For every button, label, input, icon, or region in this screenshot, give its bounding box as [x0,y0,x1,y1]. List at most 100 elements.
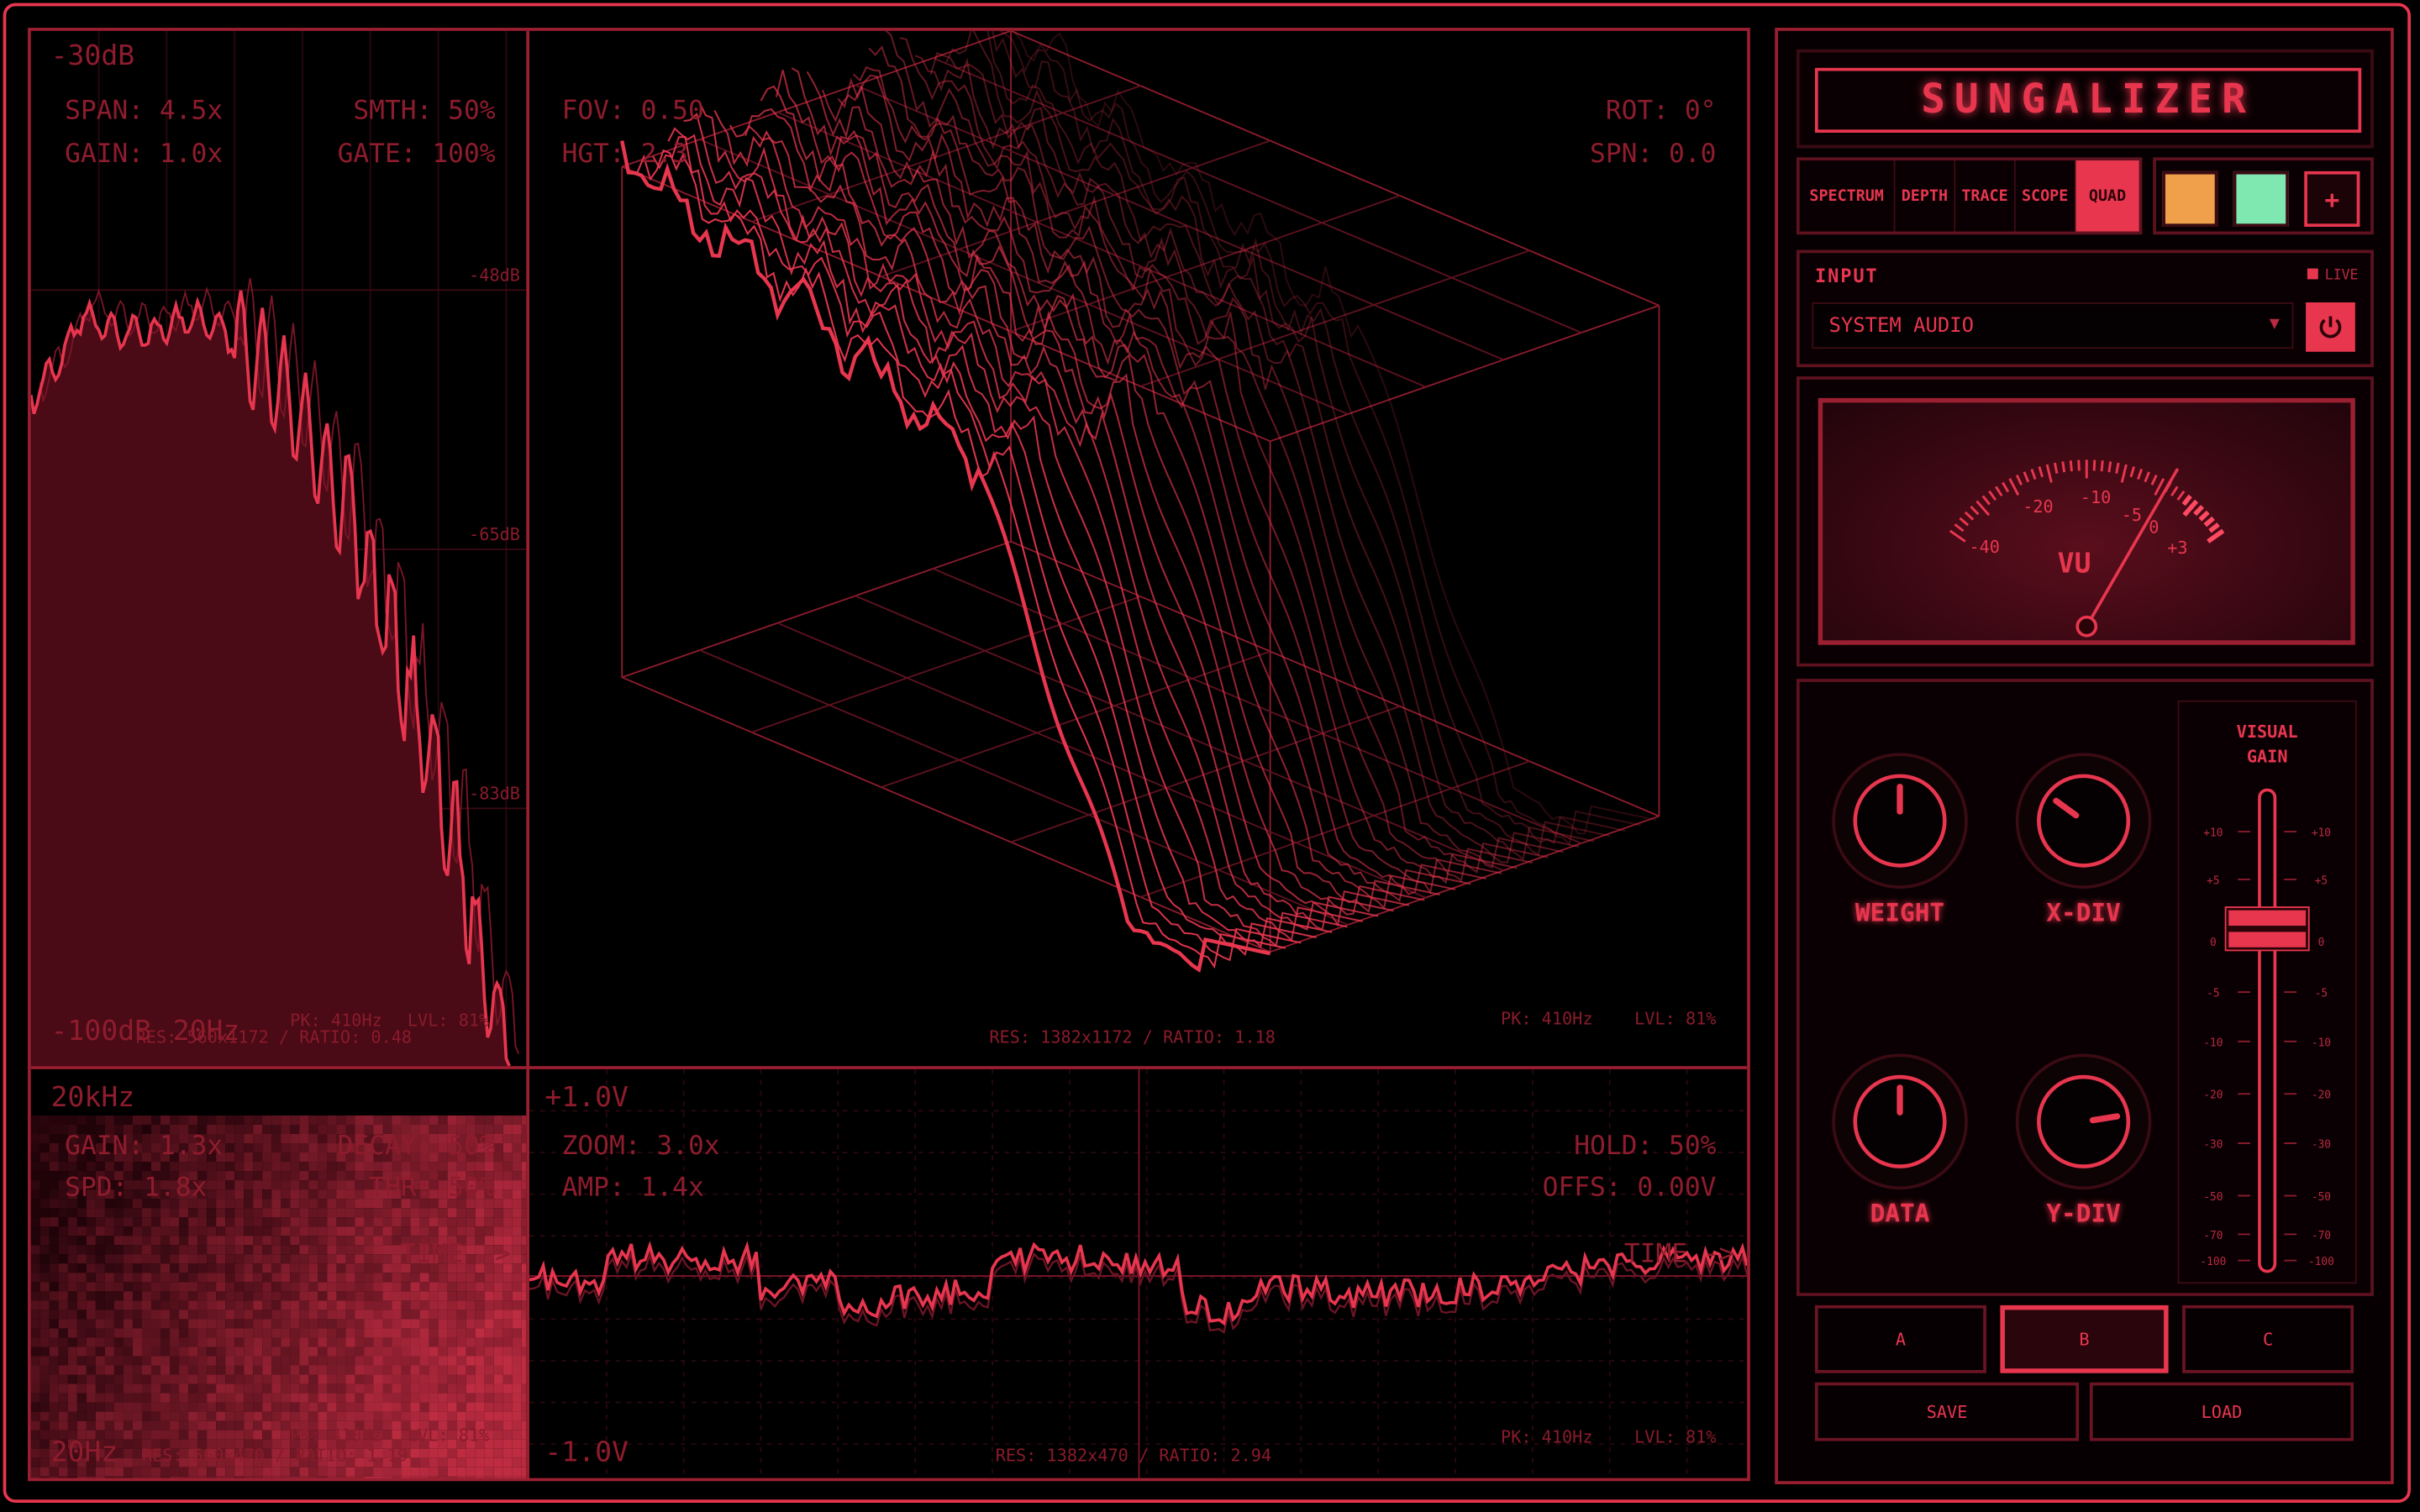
vu-tick [2038,466,2044,478]
vu-label-m20: -20 [2023,496,2053,517]
vu-tick [2170,486,2179,496]
vu-meter: -40 -20 -10 -5 0 +3 VU [1818,397,2355,645]
save-button[interactable]: SAVE [1815,1382,2080,1441]
input-source-select[interactable]: SYSTEM AUDIO ▼ [1812,302,2294,349]
fader-handle-top [2228,910,2307,927]
live-dot-icon [2307,268,2319,280]
trace-pane[interactable]: 20kHz GAIN: 1.3x DECAY: 50% SPD: 1.8x TH… [30,1066,527,1478]
depth-grid-line [699,139,1349,415]
depth-res: RES: 1382x1172 / RATIO: 1.18 [989,1027,1276,1048]
fader-scale-left: 0 [2210,937,2217,949]
vu-tick [1954,523,1965,533]
vu-tick [2137,468,2144,480]
visualizer-quad[interactable]: -30dB SPAN: 4.5x SMTH: 50% GAIN: 1.0x GA… [28,28,1750,1482]
knob-weight-label: WEIGHT [1854,897,1945,927]
fader-scale-left: -20 [2203,1089,2223,1102]
fader-scale-left: -10 [2203,1037,2223,1049]
trace-res: RES: 560x470 / RATIO: 1.19 [141,1446,408,1466]
spectrum-top-db: -30dB [50,39,135,73]
trace-thr: THR: 50% [369,1172,496,1204]
vu-tick [2176,490,2186,501]
depth-pane[interactable]: FOV: 0.50 HGT: 2.3 ROT: 0° SPN: 0.0 RES:… [526,30,1747,1067]
trace-bottom-freq: 20Hz [50,1436,118,1469]
tab-scope[interactable]: SCOPE [2016,160,2076,232]
vu-tick [1949,529,1966,543]
depth-grid-line [855,595,1504,872]
fader-scale-left: -100 [2200,1256,2226,1268]
depth-fov: FOV: 0.50 [561,95,704,127]
trace-time: TIME -> [400,1238,511,1270]
color-swatches: + [2153,157,2374,235]
vu-tick [2115,462,2120,474]
fader-track [2258,788,2277,1273]
vu-tick [2129,466,2136,478]
knob-xdiv-label: X-DIV [2046,897,2121,927]
chevron-down-icon: ▼ [2269,312,2280,333]
spectrum-grid-db-2: -65dB [469,524,520,545]
preset-c-button[interactable]: C [2182,1305,2354,1373]
trace-pk: PK: 410Hz [290,1425,382,1446]
fader-scale-left: +5 [2207,874,2219,887]
depth-box-edge [1010,30,1660,307]
fader-scale-left: -30 [2203,1139,2223,1152]
app-title: SUNGALIZER [1815,67,2362,133]
scope-bottom-v: -1.0V [544,1436,629,1469]
fader-handle-bottom [2228,932,2307,948]
depth-grid-line [751,596,1141,733]
fader-graphics: +10 +10 +5 +5 0 0 -5 -5 -10 -10 -20 -20 -30 -30 -50 -50… [2200,788,2334,1273]
depth-lvl: LVL: 81% [1634,1009,1717,1030]
vu-tick [2144,471,2150,483]
knob-ydiv-ring [2037,1074,2131,1168]
fader-scale-right: -10 [2312,1037,2331,1049]
fader-scale-left: -70 [2203,1230,2223,1242]
depth-slice [620,140,1271,974]
trace-decay: DECAY: 50% [337,1131,496,1163]
vu-tick [1964,511,1975,521]
vu-tick [2002,481,2010,493]
vu-dial: -40 -20 -10 -5 0 +3 VU [1949,459,2225,638]
vu-tick [1959,517,1970,527]
input-section: INPUT LIVE SYSTEM AUDIO ▼ [1796,249,2374,368]
vu-tick [2193,505,2205,517]
preset-a-button[interactable]: A [1815,1305,1986,1373]
fader-scale-right: -30 [2312,1139,2331,1152]
scope-offs: OFFS: 0.00V [1542,1172,1717,1204]
vu-tick [2061,461,2066,473]
tab-depth[interactable]: DEPTH [1896,160,1956,232]
visual-gain-fader[interactable]: VISUAL GAIN +10 +10 +5 +5 0 0 -5 -5 -10 -10 -20 -20… [2177,700,2357,1284]
vu-tick [2120,464,2128,483]
spectrum-span: SPAN: 4.5x [65,95,224,127]
fader-scale-right: 0 [2318,937,2325,949]
knob-ydiv-pointer [2089,1113,2121,1124]
vu-tick [2107,461,2112,473]
input-label: INPUT [1815,265,1879,287]
scope-amp: AMP: 1.4x [561,1172,704,1204]
preset-b-button[interactable]: B [2000,1305,2169,1373]
vu-tick [2053,462,2059,474]
vu-tick [1988,490,1997,501]
scope-trace [529,1241,1748,1326]
scope-pk: PK: 410Hz [1501,1426,1593,1447]
swatch-orange[interactable] [2162,171,2218,228]
vu-tick [2150,474,2158,486]
vu-tick [1981,495,1991,506]
vu-tick [2045,464,2053,483]
depth-pk: PK: 410Hz [1501,1009,1593,1030]
power-button[interactable] [2306,302,2355,352]
tab-trace[interactable]: TRACE [1955,160,2016,232]
tab-spectrum[interactable]: SPECTRUM [1800,160,1896,232]
depth-spn: SPN: 0.0 [1590,139,1717,171]
vu-tick [2023,471,2030,483]
spectrum-pane[interactable]: -30dB SPAN: 4.5x SMTH: 50% GAIN: 1.0x GA… [30,30,527,1067]
swatch-add-button[interactable]: + [2304,171,2360,228]
load-button[interactable]: LOAD [2089,1382,2354,1441]
swatch-green[interactable] [2233,171,2289,228]
depth-grid-line [933,568,1582,844]
depth-hgt: HGT: 2.3 [561,139,688,171]
fader-scale-right: -5 [2315,988,2328,1000]
depth-box-edge [621,540,1012,679]
knob-ydiv-label: Y-DIV [2046,1199,2121,1229]
scope-pane[interactable]: +1.0V ZOOM: 3.0x AMP: 1.4x HOLD: 50% OFF… [526,1066,1748,1478]
spectrum-grid-db-3: -83dB [469,784,520,804]
tab-quad[interactable]: QUAD [2075,160,2139,232]
